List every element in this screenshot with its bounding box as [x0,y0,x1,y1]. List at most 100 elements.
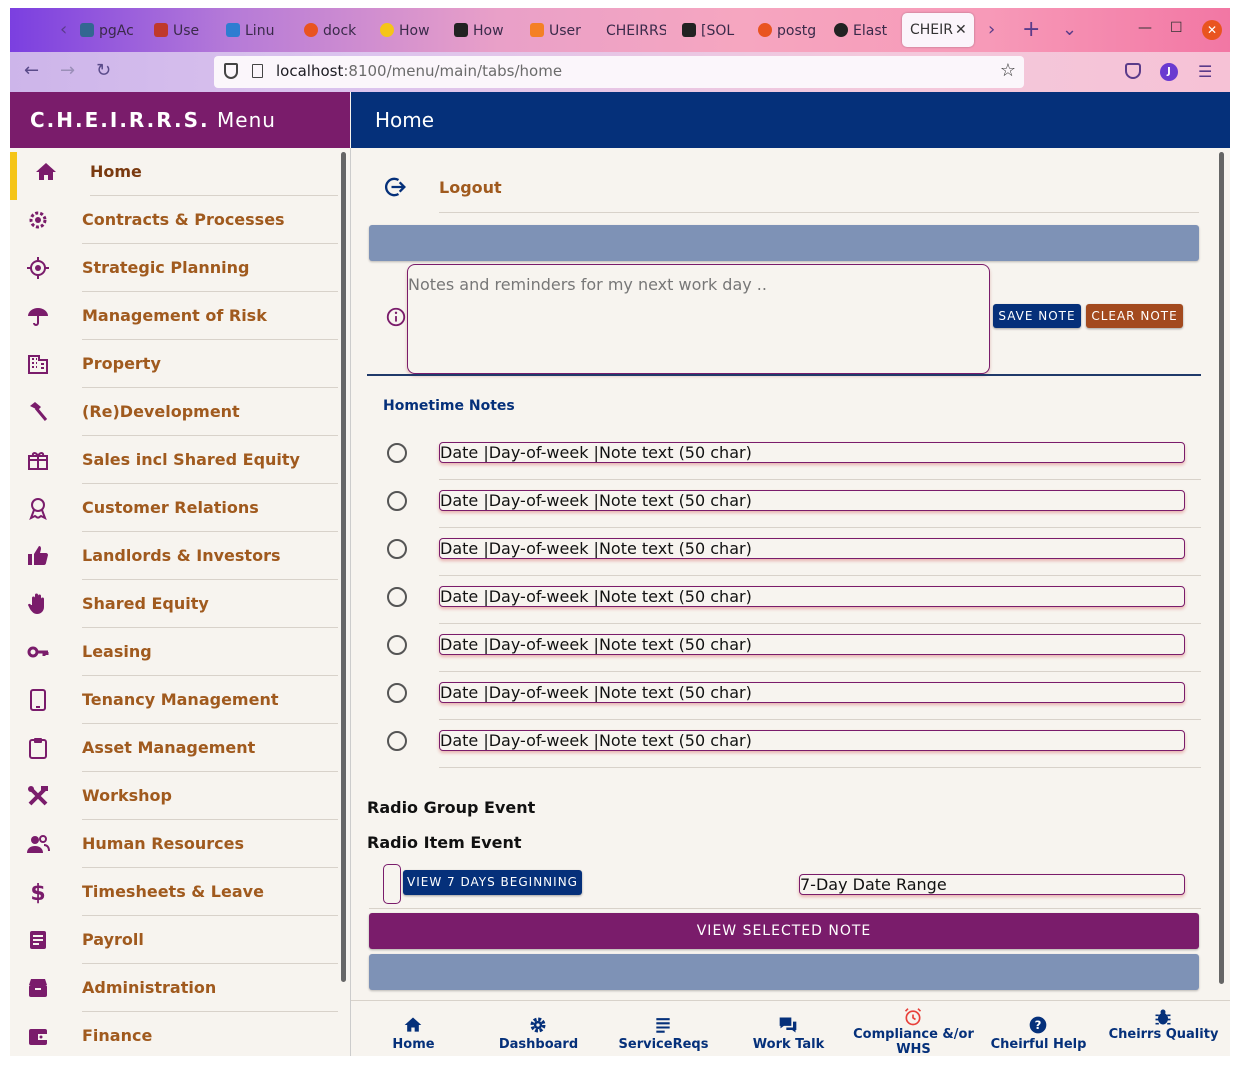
tab-cheirful-help[interactable]: ? Cheirful Help [976,1001,1101,1056]
browser-tab-active[interactable]: CHEIR ✕ [902,13,974,47]
browser-tab[interactable]: [SOL [682,18,738,44]
note-text-field[interactable]: Date |Day-of-week |Note text (50 char) [439,634,1185,655]
note-text-field[interactable]: Date |Day-of-week |Note text (50 char) [439,730,1185,751]
tab-work-talk[interactable]: Work Talk [726,1001,851,1056]
note-text-field[interactable]: Date |Day-of-week |Note text (50 char) [439,586,1185,607]
app-menu-icon[interactable]: ☰ [1198,62,1212,81]
gift-icon [28,452,48,470]
window-close-icon[interactable]: ✕ [1202,20,1222,40]
divider [439,767,1201,768]
browser-tab[interactable]: pgAc [80,18,136,44]
tab-cheirrs-quality[interactable]: Cheirrs Quality [1101,1001,1226,1056]
target-icon [27,257,49,279]
note-textarea[interactable]: Notes and reminders for my next work day… [407,264,990,374]
shield-icon[interactable] [224,63,238,79]
browser-tab[interactable]: Elast [834,18,894,44]
sidebar-item-asset[interactable]: Asset Management [10,724,338,772]
sidebar-scrollbar[interactable] [341,152,346,982]
logout-icon[interactable] [381,172,409,202]
tab-list-icon[interactable]: ⌄ [1062,18,1077,42]
browser-tab[interactable]: User [530,18,586,44]
sidebar-item-label: Payroll [82,930,144,949]
browser-tab[interactable]: postg [758,18,818,44]
tabs-scroll-right-icon[interactable]: › [988,18,995,42]
tab-servicereqs[interactable]: ServiceReqs [601,1001,726,1056]
sidebar-item-risk[interactable]: Management of Risk [10,292,338,340]
note-list-item[interactable]: Date |Day-of-week |Note text (50 char) [369,480,1201,528]
note-text-field[interactable]: Date |Day-of-week |Note text (50 char) [439,490,1185,511]
url-bar[interactable]: localhost:8100/menu/main/tabs/home ☆ [214,56,1024,88]
note-radio[interactable] [387,443,407,463]
minimize-icon[interactable]: — [1138,20,1152,36]
note-list-item[interactable]: Date |Day-of-week |Note text (50 char) [369,432,1201,480]
tab-favicon-icon [304,23,318,37]
sidebar-menu: Home Contracts & Processes Strategic Pla… [10,148,350,1056]
date-picker-field[interactable] [383,864,401,904]
sidebar-item-tenancy[interactable]: Tenancy Management [10,676,338,724]
sidebar-item-leasing[interactable]: Leasing [10,628,338,676]
sidebar-item-label: Timesheets & Leave [82,882,264,901]
date-range-field[interactable]: 7-Day Date Range [799,874,1185,895]
note-list-item[interactable]: Date |Day-of-week |Note text (50 char) [369,720,1201,768]
cog-icon [530,1017,546,1033]
sidebar-item-strategic-planning[interactable]: Strategic Planning [10,244,338,292]
tab-home[interactable]: Home [351,1001,476,1056]
sidebar-item-contracts[interactable]: Contracts & Processes [10,196,338,244]
home-icon [404,1017,422,1032]
tab-dashboard[interactable]: Dashboard [476,1001,601,1056]
reload-icon[interactable]: ↻ [96,60,111,81]
tabs-scroll-left-icon[interactable]: ‹ [60,18,67,42]
browser-tab[interactable]: Linu [226,18,286,44]
sidebar-item-property[interactable]: Property [10,340,338,388]
note-list-item[interactable]: Date |Day-of-week |Note text (50 char) [369,528,1201,576]
page-icon[interactable] [252,64,263,78]
tab-close-icon[interactable]: ✕ [955,22,967,38]
logout-button[interactable]: Logout [439,178,502,197]
sidebar-item-shared-equity[interactable]: Shared Equity [10,580,338,628]
profile-avatar[interactable]: J [1160,63,1178,81]
sidebar-item-workshop[interactable]: Workshop [10,772,338,820]
note-text-field[interactable]: Date |Day-of-week |Note text (50 char) [439,442,1185,463]
sidebar-item-home[interactable]: Home [10,148,338,200]
pocket-icon[interactable] [1125,63,1141,79]
sidebar-item-payroll[interactable]: Payroll [10,916,338,964]
note-text-field[interactable]: Date |Day-of-week |Note text (50 char) [439,538,1185,559]
browser-tab[interactable]: Use [154,18,212,44]
sidebar-item-label: (Re)Development [82,402,240,421]
note-radio[interactable] [387,635,407,655]
note-radio[interactable] [387,683,407,703]
note-radio[interactable] [387,731,407,751]
new-tab-icon[interactable]: + [1022,18,1040,42]
browser-tab[interactable]: dock [304,18,364,44]
browser-tab[interactable]: How [454,18,510,44]
content-scrollbar[interactable] [1219,152,1224,984]
view-7-days-button[interactable]: VIEW 7 DAYS BEGINNING [403,870,582,895]
tab-compliance[interactable]: Compliance &/or WHS [851,1001,976,1056]
bug-icon [1155,1009,1171,1025]
note-radio[interactable] [387,491,407,511]
sidebar-item-finance[interactable]: Finance [10,1012,338,1056]
browser-tab[interactable]: How [380,18,436,44]
view-selected-note-button[interactable]: VIEW SELECTED NOTE [369,913,1199,949]
note-radio[interactable] [387,587,407,607]
clear-note-button[interactable]: CLEAR NOTE [1086,304,1183,328]
sidebar-item-sales[interactable]: Sales incl Shared Equity [10,436,338,484]
save-note-button[interactable]: SAVE NOTE [993,304,1081,328]
bookmark-star-icon[interactable]: ☆ [1000,60,1016,81]
sidebar-item-timesheets[interactable]: $ Timesheets & Leave [10,868,338,916]
note-list-item[interactable]: Date |Day-of-week |Note text (50 char) [369,672,1201,720]
sidebar-item-hr[interactable]: Human Resources [10,820,338,868]
note-text-field[interactable]: Date |Day-of-week |Note text (50 char) [439,682,1185,703]
sidebar-item-redevelopment[interactable]: (Re)Development [10,388,338,436]
forward-icon[interactable]: → [60,60,75,81]
note-list-item[interactable]: Date |Day-of-week |Note text (50 char) [369,624,1201,672]
back-icon[interactable]: ← [24,60,39,81]
sidebar-item-landlords[interactable]: Landlords & Investors [10,532,338,580]
note-radio[interactable] [387,539,407,559]
url-text[interactable]: localhost:8100/menu/main/tabs/home [276,62,562,80]
browser-tab[interactable]: CHEIRRS [606,18,666,44]
sidebar-item-customer-relations[interactable]: Customer Relations [10,484,338,532]
maximize-icon[interactable]: ☐ [1170,20,1183,36]
sidebar-item-administration[interactable]: Administration [10,964,338,1012]
note-list-item[interactable]: Date |Day-of-week |Note text (50 char) [369,576,1201,624]
